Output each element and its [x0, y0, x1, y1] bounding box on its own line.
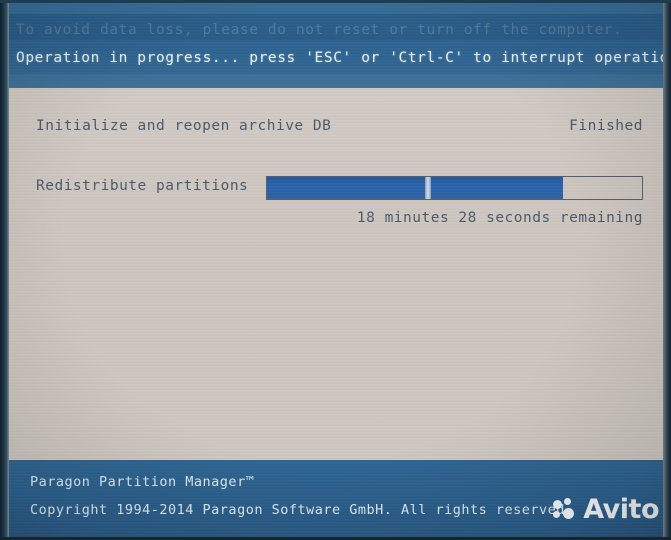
progress-bar-fill: [267, 177, 564, 199]
task-status-badge: Finished: [569, 118, 643, 134]
monitor-bezel-top: [0, 0, 671, 3]
time-remaining-text: 18 minutes 28 seconds remaining: [356, 210, 643, 226]
progress-bar: [266, 176, 643, 200]
task-label: Initialize and reopen archive DB: [36, 118, 332, 134]
copyright-text: Copyright 1994-2014 Paragon Software Gmb…: [30, 502, 574, 518]
avito-dots-icon: [553, 498, 579, 520]
monitor-bezel-right: [663, 0, 671, 540]
refresh-band-bottom: [0, 74, 671, 88]
product-name-text: Paragon Partition Manager™: [30, 474, 255, 490]
task-label: Redistribute partitions: [36, 178, 249, 194]
data-loss-warning-text: To avoid data loss, please do not reset …: [16, 22, 623, 38]
progress-bar-segment-divider: [424, 177, 431, 199]
avito-watermark: Avito: [553, 492, 659, 526]
screen-photo: To avoid data loss, please do not reset …: [0, 0, 671, 540]
main-panel: Initialize and reopen archive DB Finishe…: [0, 88, 671, 460]
monitor-bezel-left: [0, 0, 9, 540]
header-banner: To avoid data loss, please do not reset …: [0, 0, 671, 88]
operation-instruction-text: Operation in progress... press 'ESC' or …: [16, 50, 671, 66]
task-row-initialize-archive-db: Initialize and reopen archive DB Finishe…: [0, 118, 671, 142]
avito-brand-text: Avito: [583, 493, 659, 525]
